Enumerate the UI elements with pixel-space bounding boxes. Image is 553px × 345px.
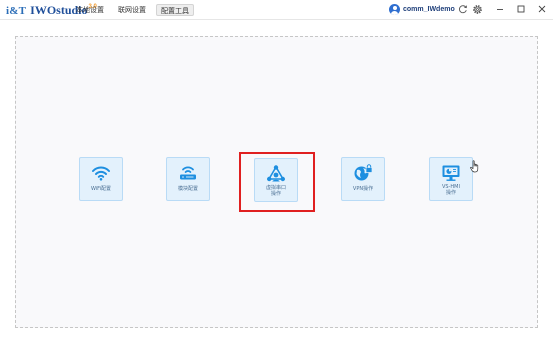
hmi-monitor-icon xyxy=(441,164,461,182)
router-icon xyxy=(178,164,198,182)
user-avatar-icon xyxy=(389,4,400,15)
vs-hmi-tile[interactable]: VS-HMI 操作 xyxy=(429,157,473,201)
wifi-config-tile[interactable]: WiFi配置 xyxy=(79,157,123,201)
hand-cursor-icon xyxy=(470,160,480,178)
tile-label: VS-HMI 操作 xyxy=(442,184,460,196)
user-name: comm_IWdemo xyxy=(403,6,455,13)
tile-label: WiFi配置 xyxy=(90,186,112,192)
selection-highlight xyxy=(239,152,315,212)
vpn-tile[interactable]: VPN操作 xyxy=(341,157,385,201)
wifi-icon xyxy=(91,164,111,182)
maximize-icon[interactable] xyxy=(515,3,527,15)
tab-network-settings[interactable]: 联网设置 xyxy=(114,4,150,16)
tab-local-settings[interactable]: 本地设置 xyxy=(72,4,108,16)
close-icon[interactable] xyxy=(536,3,548,15)
tab-config-tools[interactable]: 配置工具 xyxy=(156,4,194,16)
tile-label: 模块配置 xyxy=(177,186,198,192)
module-config-tile[interactable]: 模块配置 xyxy=(166,157,210,201)
main-nav: 本地设置 联网设置 配置工具 xyxy=(72,4,194,16)
minimize-icon[interactable] xyxy=(494,3,506,15)
settings-gear-icon[interactable] xyxy=(471,3,483,15)
refresh-icon[interactable] xyxy=(457,3,469,15)
user-account[interactable]: comm_IWdemo xyxy=(389,4,455,15)
vpn-globe-lock-icon xyxy=(353,164,373,182)
tile-label: VPN操作 xyxy=(352,186,374,192)
brand-mark: i&T xyxy=(6,4,27,17)
title-bar: i&T IWOstudio 3.0 本地设置 联网设置 配置工具 comm_IW… xyxy=(0,0,553,20)
